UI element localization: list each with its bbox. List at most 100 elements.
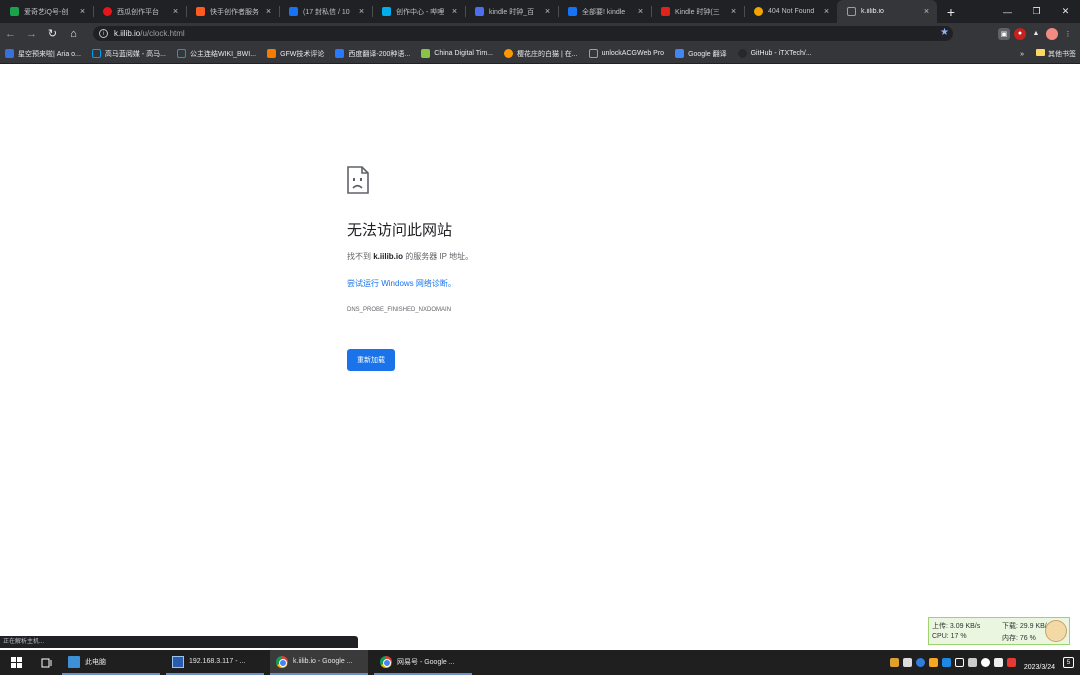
extensions-puzzle-icon[interactable]: ▲ [1030, 28, 1042, 40]
tab-close-icon[interactable]: × [264, 7, 273, 16]
extension-game-icon[interactable]: ▣ [998, 27, 1010, 40]
ime-icon[interactable] [980, 658, 990, 667]
upload-speed: 上传: 3.09 KB/s [932, 623, 981, 630]
bookmark-star-icon[interactable]: ★ [940, 27, 949, 38]
bookmarks-right: » 其他书签 [1020, 44, 1076, 64]
bookmark-label: GFW技术评论 [280, 50, 325, 58]
bookmark-item[interactable]: Google 翻译 [675, 49, 727, 59]
tray-app-icon[interactable] [993, 658, 1003, 667]
extension-red-icon[interactable]: ● [1014, 27, 1026, 40]
info-icon[interactable]: i [99, 29, 108, 38]
new-tab-button[interactable]: + [941, 0, 961, 23]
tab-zhihu-messages[interactable]: (17 封私信 / 10 × [279, 0, 372, 23]
taskbar-item-chrome-kiilib[interactable]: k.iilib.io - Google ... [270, 650, 368, 675]
close-window-button[interactable]: ✕ [1051, 0, 1080, 23]
tray-app-icon[interactable] [928, 658, 938, 667]
bookmark-item[interactable]: GFW技术评论 [267, 49, 324, 59]
bookmark-label: China Digital Tim... [434, 50, 494, 57]
tab-kindle-clock[interactable]: Kindle 时钟(三 × [651, 0, 744, 23]
download-speed: 下载: 29.9 KB/s [1002, 623, 1051, 630]
bookmarks-overflow-button[interactable]: » [1020, 51, 1024, 58]
reload-button[interactable]: ↻ [42, 23, 63, 44]
bookmark-label: 樱花庄的白猫 | 在... [517, 50, 578, 58]
bookmark-favicon-icon [588, 49, 598, 58]
network-monitor-widget[interactable]: 上传: 3.09 KB/s 下载: 29.9 KB/s CPU: 17 % 内存… [928, 617, 1070, 645]
windows-logo-icon [10, 657, 22, 668]
tab-close-icon[interactable]: × [450, 7, 459, 16]
forward-button[interactable]: → [21, 23, 42, 44]
bookmark-favicon-icon [421, 49, 431, 58]
start-button[interactable] [0, 650, 32, 675]
taskbar-item-chrome-wangyi[interactable]: 网易号 - Google ... [374, 650, 472, 675]
mascot-avatar-icon [1045, 620, 1067, 642]
tab-close-icon[interactable]: × [171, 7, 180, 16]
xigua-favicon-icon [103, 7, 112, 16]
tab-close-icon[interactable]: × [78, 7, 87, 16]
tab-kuaishou[interactable]: 快手创作者服务 × [186, 0, 279, 23]
tab-close-icon[interactable]: × [922, 7, 931, 16]
taskbar-item-label: 网易号 - Google ... [397, 658, 455, 666]
taskbar-item-this-pc[interactable]: 此电脑 [62, 650, 160, 675]
bookmark-item[interactable]: 星空预来啦| Aria o... [5, 49, 81, 59]
tab-close-icon[interactable]: × [729, 7, 738, 16]
tab-title: kindle 时钟_百 [489, 8, 535, 16]
tab-title: 全部要! kindle [582, 8, 626, 16]
task-view-button[interactable] [32, 650, 62, 675]
maximize-button[interactable]: ❐ [1022, 0, 1051, 23]
tab-title: 快手创作者服务 [210, 8, 259, 16]
reload-page-button[interactable]: 重新加载 [347, 349, 395, 371]
bookmark-item[interactable]: unlockACGWeb Pro [588, 49, 664, 58]
notification-center-icon[interactable]: 5 [1063, 657, 1074, 668]
address-bar[interactable]: i k.iilib.io/u/clock.html ★ [93, 26, 953, 41]
bookmark-label: GitHub - iTXTech/... [750, 50, 812, 57]
tab-close-icon[interactable]: × [636, 7, 645, 16]
tab-baidu-kindle[interactable]: kindle 时钟_百 × [465, 0, 558, 23]
tab-title: k.iilib.io [861, 8, 884, 15]
bookmark-item[interactable]: 公主连结WIKI_BWI... [176, 49, 257, 59]
other-bookmarks-label: 其他书签 [1048, 51, 1076, 58]
network-icon[interactable] [954, 658, 964, 667]
bookmark-item[interactable]: China Digital Tim... [421, 49, 493, 58]
tab-close-icon[interactable]: × [357, 7, 366, 16]
warning-favicon-icon [754, 7, 763, 16]
tab-404[interactable]: 404 Not Found × [744, 0, 837, 23]
red-site-favicon-icon [661, 7, 670, 16]
bookmark-item[interactable]: GitHub - iTXTech/... [737, 49, 812, 58]
bookmark-favicon-icon [675, 49, 685, 58]
minimize-button[interactable]: — [993, 0, 1022, 23]
back-button[interactable]: ← [0, 23, 21, 44]
network-diagnostics-link[interactable]: 尝试运行 Windows 网络诊断。 [347, 278, 767, 289]
computer-icon [68, 655, 80, 668]
tray-app-icon[interactable] [889, 658, 899, 667]
home-button[interactable]: ⌂ [63, 23, 84, 44]
document-favicon-icon [847, 7, 856, 16]
tab-strip: 爱奇艺iQ号-创 × 西瓜创作平台 × 快手创作者服务 × (17 封私信 / … [0, 0, 1080, 23]
bookmark-item[interactable]: 樱花庄的白猫 | 在... [504, 49, 578, 59]
taskbar-item-remote-desktop[interactable]: 192.168.3.117 - ... [166, 650, 264, 675]
bookmark-item[interactable]: 高马蓝阅媒 - 高马... [91, 49, 166, 59]
tab-xigua[interactable]: 西瓜创作平台 × [93, 0, 186, 23]
iqiyi-favicon-icon [10, 7, 19, 16]
volume-icon[interactable] [967, 658, 977, 667]
bookmark-label: Google 翻译 [688, 50, 727, 58]
tray-app-icon[interactable] [1006, 658, 1016, 667]
other-bookmarks-folder[interactable]: 其他书签 [1036, 49, 1076, 59]
bookmark-label: 公主连结WIKI_BWI... [189, 50, 257, 58]
tab-close-icon[interactable]: × [822, 7, 831, 16]
clock-date: 2023/3/24 [1023, 663, 1055, 671]
bookmark-item[interactable]: 西度翻译-200种语... [335, 49, 410, 59]
bluetooth-icon[interactable] [941, 658, 951, 667]
tab-active-kiilib[interactable]: k.iilib.io × [837, 0, 937, 23]
tab-iqiyi[interactable]: 爱奇艺iQ号-创 × [0, 0, 93, 23]
cpu-usage: CPU: 17 % [932, 633, 967, 640]
menu-kebab-icon[interactable]: ⋮ [1062, 28, 1074, 40]
tray-app-icon[interactable] [902, 658, 912, 667]
bilibili-favicon-icon [382, 7, 391, 16]
bookmark-favicon-icon [5, 49, 14, 58]
tab-bilibili-creator[interactable]: 创作中心 - 哔哩 × [372, 0, 465, 23]
profile-avatar[interactable] [1046, 27, 1058, 40]
tray-app-icon[interactable] [915, 658, 925, 667]
taskbar-clock[interactable]: 2023/3/24 [1024, 654, 1055, 672]
tab-zhihu-kindle[interactable]: 全部要! kindle × [558, 0, 651, 23]
tab-close-icon[interactable]: × [543, 7, 552, 16]
